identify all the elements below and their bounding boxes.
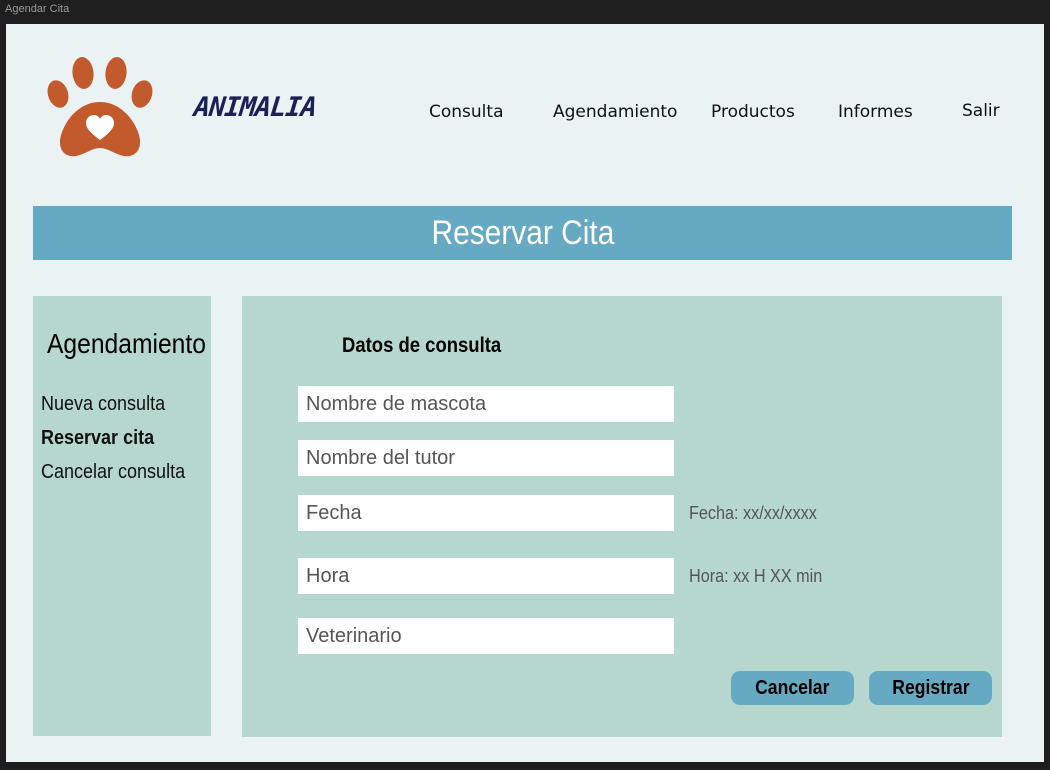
cancel-button[interactable]: Cancelar (731, 671, 854, 705)
nav-productos[interactable]: Productos (711, 102, 795, 122)
sidebar-heading: Agendamiento (47, 328, 206, 359)
form-panel: Datos de consulta Fecha: xx/xx/xxxx Hora… (242, 296, 1002, 737)
sidebar-item-cancelar-consulta[interactable]: Cancelar consulta (41, 461, 185, 484)
tutor-name-input[interactable] (298, 440, 674, 476)
date-input[interactable] (298, 495, 674, 531)
window-title: Agendar Cita (5, 3, 70, 15)
nav-consulta[interactable]: Consulta (429, 102, 503, 122)
time-format-hint: Hora: xx H XX min (689, 566, 823, 586)
sidebar: Agendamiento Nueva consulta Reservar cit… (33, 296, 211, 736)
page-title-bar: Reservar Cita (33, 206, 1012, 260)
register-button[interactable]: Registrar (869, 671, 992, 705)
date-format-hint: Fecha: xx/xx/xxxx (689, 503, 817, 523)
nav-agendamiento[interactable]: Agendamiento (553, 102, 677, 122)
paw-logo-icon (47, 57, 153, 157)
nav-salir[interactable]: Salir (962, 101, 1000, 121)
brand-name: ANIMALIA (192, 92, 318, 123)
pet-name-input[interactable] (298, 386, 674, 422)
nav-informes[interactable]: Informes (838, 102, 913, 122)
form-section-title: Datos de consulta (342, 334, 502, 357)
time-input[interactable] (298, 558, 674, 594)
register-button-label: Registrar (891, 676, 970, 699)
cancel-button-label: Cancelar (755, 676, 830, 699)
page-title: Reservar Cita (431, 213, 614, 252)
veterinarian-input[interactable] (298, 618, 674, 654)
app-frame: ANIMALIA Consulta Agendamiento Productos… (6, 24, 1044, 762)
sidebar-item-nueva-consulta[interactable]: Nueva consulta (41, 393, 165, 416)
sidebar-item-reservar-cita[interactable]: Reservar cita (41, 427, 154, 450)
